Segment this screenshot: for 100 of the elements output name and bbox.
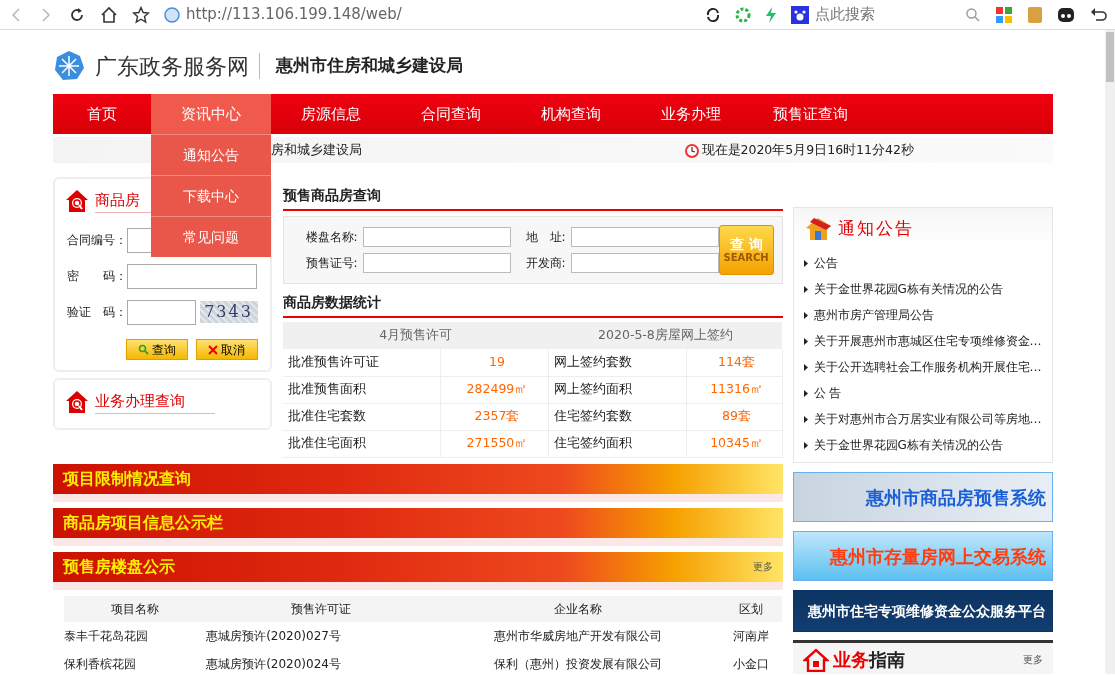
value-cell: 11316㎡ <box>686 376 782 403</box>
nav-item[interactable]: 首页 <box>52 94 151 134</box>
notice-link[interactable]: 公 告 <box>813 384 842 402</box>
logo-icon <box>52 50 85 82</box>
nav-item[interactable]: 合同查询 <box>390 94 511 134</box>
star-icon[interactable] <box>132 5 150 24</box>
value-cell: 271550㎡ <box>440 430 549 457</box>
clock-text: 现在是2020年5月9日16时11分42秒 <box>701 140 914 159</box>
alarm-clock-icon <box>683 142 700 158</box>
portal-name: 广东政务服务网 <box>94 52 249 81</box>
close-icon <box>208 344 218 355</box>
field-label: 开发商: <box>525 255 566 272</box>
bullet-icon <box>803 337 808 345</box>
table-cell-text: 小金口 <box>731 655 770 673</box>
panel-title: 业务办理查询 <box>94 390 215 414</box>
notice-link[interactable]: 关于金世界花园G栋有关情况的公告 <box>813 436 1003 454</box>
cancel-button[interactable]: 取消 <box>195 339 258 360</box>
table-cell: 惠州市华威房地产开发有限公司 <box>435 621 721 650</box>
notice-link[interactable]: 公告 <box>813 254 838 272</box>
refresh-icon[interactable] <box>705 6 721 23</box>
bullet-icon <box>803 389 808 397</box>
table-cell: 泰丰千花岛花园 <box>63 621 207 650</box>
bullet-icon <box>803 363 808 371</box>
notebook-icon[interactable] <box>1027 5 1043 24</box>
promo-banner[interactable]: 惠州市商品房预售系统 <box>792 472 1053 522</box>
notice-link[interactable]: 关于对惠州市合万居实业有限公司等房地… <box>813 410 1042 428</box>
section-title[interactable]: 商品房项目信息公示栏 <box>62 510 223 535</box>
label-cell: 批准预售许可证 <box>282 349 440 376</box>
column-header: 项目名称 <box>63 595 207 622</box>
field-label: 楼盘名称: <box>305 229 358 246</box>
column-header: 区划 <box>720 595 782 622</box>
table-cell-text: 惠城房预许(2020)024号 <box>206 655 342 673</box>
input-field[interactable] <box>362 253 511 273</box>
input-field[interactable] <box>126 263 257 289</box>
table-cell: 保利香槟花园 <box>63 649 207 674</box>
section-title: 预售商品房查询 <box>282 183 783 211</box>
field-label: 预售证号: <box>305 255 358 272</box>
more-link[interactable]: 更多 <box>1022 652 1043 667</box>
table-cell: 惠城房预许(2020)027号 <box>206 621 436 650</box>
nav-item[interactable]: 业务办理 <box>630 94 751 134</box>
input-field[interactable] <box>126 299 196 325</box>
value-cell: 114套 <box>686 349 782 376</box>
globe-icon <box>164 6 180 23</box>
value-cell: 89套 <box>686 403 782 430</box>
label-cell: 批准住宅面积 <box>282 430 440 457</box>
label-cell: 住宅签约套数 <box>548 403 687 430</box>
section-title[interactable]: 预售房楼盘公示 <box>62 554 175 579</box>
scrollbar-thumb[interactable] <box>1106 32 1114 82</box>
value-cell: 2357套 <box>440 403 549 430</box>
bureau-name: 惠州市住房和城乡建设局 <box>258 53 463 79</box>
input-field[interactable] <box>362 227 511 247</box>
notice-link[interactable]: 惠州市房产管理局公告 <box>813 306 934 324</box>
nav-item[interactable]: 机构查询 <box>510 94 631 134</box>
notice-link[interactable]: 关于金世界花园G栋有关情况的公告 <box>813 280 1003 298</box>
value-cell: 282499㎡ <box>440 376 549 403</box>
bullet-icon <box>803 415 808 423</box>
panel-title: 业务指南 <box>832 648 905 672</box>
nav-item[interactable]: 预售证查询 <box>750 94 871 134</box>
input-field[interactable] <box>570 227 719 247</box>
table-cell: 河南岸 <box>720 621 782 650</box>
panel-title: 通知公告 <box>837 217 914 241</box>
value-cell: 10345㎡ <box>686 430 782 457</box>
house-icon <box>802 647 829 672</box>
notice-link[interactable]: 关于开展惠州市惠城区住宅专项维修资金… <box>813 332 1042 350</box>
column-header: 4月预售许可 <box>282 322 549 349</box>
bullet-icon <box>803 259 808 267</box>
field-label: 地 址: <box>525 229 566 246</box>
url-text[interactable]: http://113.106.199.148/web/ <box>186 3 402 26</box>
column-header: 预售许可证 <box>206 595 436 622</box>
grid-icon[interactable] <box>995 5 1013 24</box>
search-icon <box>137 344 149 355</box>
home-icon[interactable] <box>100 5 118 24</box>
label-cell: 批准住宅套数 <box>282 403 440 430</box>
nav-item[interactable]: 房源信息 <box>270 94 391 134</box>
search-icon[interactable] <box>965 6 981 23</box>
value-cell: 19 <box>440 349 549 376</box>
more-link[interactable]: 更多 <box>752 559 773 574</box>
bullet-icon <box>803 441 808 449</box>
input-field[interactable] <box>570 253 719 273</box>
mask-icon[interactable] <box>1057 5 1075 24</box>
captcha-image: 7343 <box>199 301 258 323</box>
nav-item[interactable]: 资讯中心 <box>150 94 271 134</box>
notice-link[interactable]: 关于公开选聘社会工作服务机构开展住宅… <box>813 358 1042 376</box>
section-title[interactable]: 项目限制情况查询 <box>62 466 191 491</box>
bullet-icon <box>803 285 808 293</box>
lightning-icon[interactable] <box>765 6 777 23</box>
field-label: 密 码： <box>66 268 127 285</box>
reload-icon[interactable] <box>68 5 86 24</box>
ticker-text: 房和城乡建设局 <box>270 140 362 159</box>
section-title: 商品房数据统计 <box>282 290 783 318</box>
label-cell: 住宅签约面积 <box>548 430 687 457</box>
label-cell: 网上签约面积 <box>548 376 687 403</box>
query-button[interactable]: 查询 <box>125 339 188 360</box>
table-cell-text: 保利（惠州）投资发展有限公司 <box>492 655 663 673</box>
field-label: 验证 码： <box>66 304 127 321</box>
field-label: 合同编号： <box>66 232 127 249</box>
promo-banner[interactable]: 惠州市住宅专项维修资金公众服务平台 <box>792 590 1053 632</box>
search-button[interactable]: 查 询 SEARCH <box>718 225 774 275</box>
column-header: 2020-5-8房屋网上签约 <box>548 322 782 349</box>
bullet-icon <box>803 311 808 319</box>
